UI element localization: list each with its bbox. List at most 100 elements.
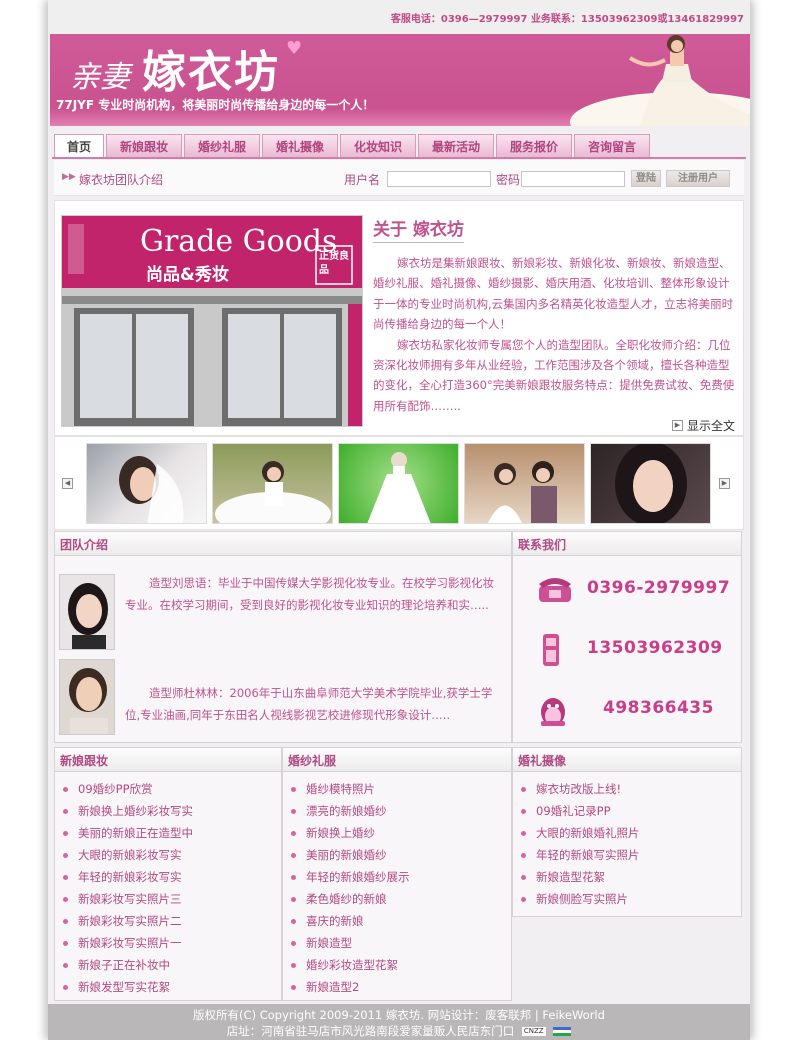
bullet-icon	[521, 896, 526, 902]
username-input[interactable]	[387, 171, 491, 187]
shop-subsign: 尚品&秀妆	[146, 265, 229, 285]
list-item[interactable]: 大眼的新娘婚礼照片	[519, 822, 741, 844]
contact-phone-row: 0396-2979997	[513, 570, 741, 610]
tab-bridal-makeup[interactable]: 新娘跟妆	[106, 134, 182, 158]
list-item-label: 漂亮的新娘婚纱	[306, 804, 387, 818]
telephone-icon	[539, 578, 571, 602]
bullet-icon	[291, 962, 296, 968]
list-item[interactable]: 新娘换上婚纱	[289, 822, 511, 844]
bullet-icon	[291, 874, 296, 880]
list-item[interactable]: 新娘发型写实花絮	[61, 976, 281, 998]
logo-prefix: 亲妻	[70, 60, 130, 95]
gallery-photo[interactable]	[86, 443, 207, 524]
tab-makeup-tips[interactable]: 化妆知识	[340, 134, 416, 158]
list-item[interactable]: 新娘换上婚纱彩妆写实	[61, 800, 281, 822]
wedding-video-title: 婚礼摄像	[513, 748, 741, 772]
arrow-icon: ▶▶	[62, 172, 76, 182]
shop-badge: 正货良品	[319, 251, 349, 276]
flag-icon	[553, 1027, 572, 1036]
list-item[interactable]: 09婚礼记录PP	[519, 800, 741, 822]
list-item-label: 大眼的新娘婚礼照片	[536, 826, 640, 840]
bullet-icon	[63, 918, 68, 924]
bullet-icon	[521, 874, 526, 880]
bullet-icon	[521, 786, 526, 792]
list-item[interactable]: 年轻的新娘婚纱展示	[289, 866, 511, 888]
bridal-makeup-panel: 新娘跟妆 09婚纱PP欣赏 新娘换上婚纱彩妆写实 美丽的新娘正在造型中 大眼的新…	[54, 747, 282, 1001]
team-member-bio[interactable]: 造型刘思语：毕业于中国传媒大学影视化妆专业。在校学习影视化妆专业。在校学习期间，…	[125, 572, 505, 616]
wedding-dress-list: 婚纱模特照片 漂亮的新娘婚纱 新娘换上婚纱 美丽的新娘婚纱 年轻的新娘婚纱展示 …	[283, 772, 511, 998]
list-item[interactable]: 新娘子正在补妆中	[61, 954, 281, 976]
list-item[interactable]: 年轻的新娘写实照片	[519, 844, 741, 866]
list-item[interactable]: 柔色婚纱的新娘	[289, 888, 511, 910]
heart-icon: ♥	[286, 38, 303, 59]
tab-home[interactable]: 首页	[54, 134, 104, 158]
slogan: 77JYF 专业时尚机构，将美丽时尚传播给身边的每一个人！	[56, 98, 375, 112]
list-item[interactable]: 年轻的新娘彩妆写实	[61, 866, 281, 888]
list-item[interactable]: 美丽的新娘婚纱	[289, 844, 511, 866]
bullet-icon	[63, 786, 68, 792]
show-full-text-label: 显示全文	[686, 419, 735, 433]
wedding-video-panel: 婚礼摄像 嫁衣坊改版上线! 09婚礼记录PP 大眼的新娘婚礼照片 年轻的新娘写实…	[512, 747, 742, 917]
list-item[interactable]: 新娘侧脸写实照片	[519, 888, 741, 910]
about-title: 关于 嫁衣坊	[373, 215, 464, 243]
list-item[interactable]: 婚纱彩妆造型花絮	[289, 954, 511, 976]
login-button[interactable]: 登陆	[631, 170, 661, 187]
tab-guestbook[interactable]: 咨询留言	[574, 134, 650, 158]
list-item-label: 新娘侧脸写实照片	[536, 892, 628, 906]
contact-phone: 0396-2979997	[587, 578, 731, 598]
bullet-icon	[521, 852, 526, 858]
list-item[interactable]: 喜庆的新娘	[289, 910, 511, 932]
bullet-icon	[63, 808, 68, 814]
photo-gallery: ◀ ▶	[54, 436, 744, 530]
username-label: 用户名	[344, 173, 381, 187]
gallery-photo[interactable]	[464, 443, 585, 524]
list-item[interactable]: 漂亮的新娘婚纱	[289, 800, 511, 822]
gallery-photo[interactable]	[212, 443, 333, 524]
list-item[interactable]: 新娘彩妆写实照片二	[61, 910, 281, 932]
gallery-prev-icon[interactable]: ◀	[62, 478, 73, 489]
tab-wedding-dress[interactable]: 婚纱礼服	[184, 134, 260, 158]
bullet-icon	[291, 896, 296, 902]
team-intro-link[interactable]: 嫁衣坊团队介绍	[79, 171, 163, 188]
list-item[interactable]: 新娘彩妆写实照片三	[61, 888, 281, 910]
tab-pricing[interactable]: 服务报价	[496, 134, 572, 158]
top-bar: 客服电话：0396—2979997 业务联系：13503962309或13461…	[48, 0, 750, 34]
gallery-next-icon[interactable]: ▶	[719, 478, 730, 489]
list-item[interactable]: 新娘彩妆写实照片一	[61, 932, 281, 954]
nav-divider	[52, 157, 746, 159]
password-input[interactable]	[521, 171, 625, 187]
page: 客服电话：0396—2979997 业务联系：13503962309或13461…	[48, 0, 750, 1040]
bullet-icon	[63, 830, 68, 836]
tab-events[interactable]: 最新活动	[418, 134, 494, 158]
logo[interactable]: 嫁衣坊	[142, 36, 280, 100]
about-paragraph: 嫁衣坊是集新娘跟妆、新娘彩妆、新娘化妆、新娘妆、新娘造型、婚纱礼服、婚礼摄像、婚…	[373, 256, 734, 332]
list-item[interactable]: 嫁衣坊改版上线!	[519, 778, 741, 800]
list-item[interactable]: 新娘造型	[289, 932, 511, 954]
list-item-label: 柔色婚纱的新娘	[306, 892, 387, 906]
list-item-label: 喜庆的新娘	[306, 914, 364, 928]
bullet-icon	[63, 962, 68, 968]
list-item[interactable]: 新娘造型2	[289, 976, 511, 998]
tab-wedding-video[interactable]: 婚礼摄像	[262, 134, 338, 158]
list-item-label: 新娘彩妆写实照片三	[78, 892, 182, 906]
list-item-label: 年轻的新娘写实照片	[536, 848, 640, 862]
list-item[interactable]: 美丽的新娘正在造型中	[61, 822, 281, 844]
team-member-bio[interactable]: 造型师杜林林：2006年于山东曲阜师范大学美术学院毕业,获学士学位,专业油画,同…	[125, 682, 505, 726]
list-item[interactable]: 新娘造型花絮	[519, 866, 741, 888]
register-button[interactable]: 注册用户	[666, 170, 730, 187]
bullet-icon	[521, 808, 526, 814]
arrow-right-icon: ▶	[671, 420, 683, 431]
bullet-icon	[291, 852, 296, 858]
list-item-label: 新娘造型	[306, 936, 352, 950]
list-item[interactable]: 大眼的新娘彩妆写实	[61, 844, 281, 866]
list-item[interactable]: 09婚纱PP欣赏	[61, 778, 281, 800]
bullet-icon	[291, 786, 296, 792]
about-paragraph: 嫁衣坊私家化妆师专属您个人的造型团队。全职化妆师介绍：几位资深化妆师拥有多年从业…	[373, 337, 735, 413]
show-full-text-link[interactable]: ▶ 显示全文	[671, 417, 735, 434]
gallery-photo[interactable]	[338, 443, 459, 524]
list-item[interactable]: 婚纱模特照片	[289, 778, 511, 800]
gallery-photo[interactable]	[590, 443, 711, 524]
list-item-label: 婚纱模特照片	[306, 782, 375, 796]
about-text: 嫁衣坊是集新娘跟妆、新娘彩妆、新娘化妆、新娘妆、新娘造型、婚纱礼服、婚礼摄像、婚…	[373, 253, 735, 416]
cnzz-badge[interactable]: CNZZ	[521, 1027, 546, 1036]
